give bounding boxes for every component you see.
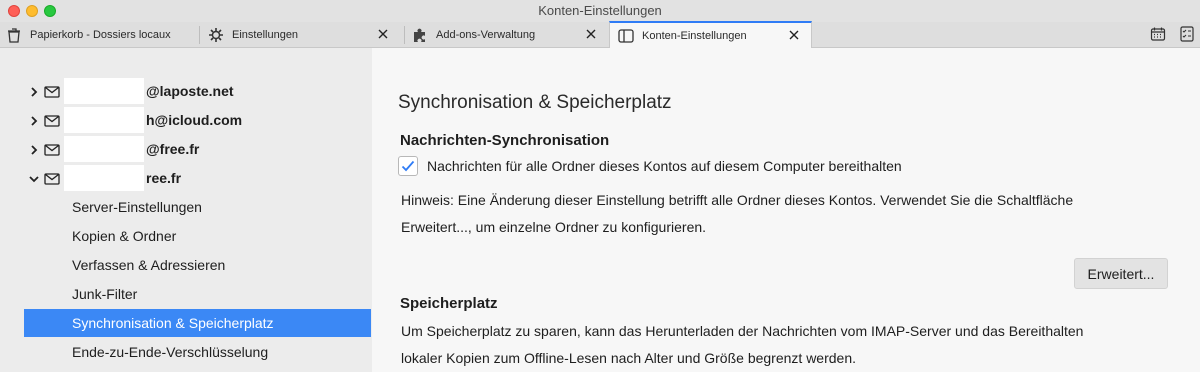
account-name: h@icloud.com bbox=[146, 112, 243, 128]
window-title: Konten-Einstellungen bbox=[538, 3, 662, 18]
checkbox-label: Nachrichten für alle Ordner dieses Konto… bbox=[427, 158, 902, 174]
account-name: ree.fr bbox=[146, 170, 182, 186]
redacted-area bbox=[64, 107, 144, 133]
tab-account-settings[interactable]: Konten-Einstellungen bbox=[609, 21, 812, 48]
sidebar-item-server-settings[interactable]: Server-Einstellungen bbox=[24, 193, 371, 221]
storage-line: lokaler Kopien zum Offline-Lesen nach Al… bbox=[401, 350, 856, 366]
advanced-button[interactable]: Erweitert... bbox=[1074, 258, 1168, 289]
tab-label: Konten-Einstellungen bbox=[642, 29, 747, 42]
hint-line: Hinweis: Eine Änderung dieser Einstellun… bbox=[401, 192, 1074, 208]
mail-icon bbox=[44, 172, 60, 185]
settings-pane: Synchronisation & Speicherplatz Nachrich… bbox=[372, 48, 1200, 372]
hint-line: Erweitert..., um einzelne Ordner zu konf… bbox=[401, 219, 707, 235]
sidebar-item-sync-storage[interactable]: Synchronisation & Speicherplatz bbox=[24, 309, 371, 337]
keep-messages-checkbox[interactable] bbox=[398, 156, 418, 176]
tasks-icon[interactable] bbox=[1180, 26, 1198, 44]
tab-label: Einstellungen bbox=[232, 29, 299, 41]
account-row[interactable]: ree.fr bbox=[28, 165, 181, 191]
account-row[interactable]: h@icloud.com bbox=[28, 107, 242, 133]
puzzle-icon bbox=[412, 27, 428, 43]
redacted-area bbox=[64, 136, 144, 162]
chevron-right-icon[interactable] bbox=[28, 85, 40, 97]
sidebar-item-junk-filter[interactable]: Junk-Filter bbox=[24, 280, 371, 308]
mail-icon bbox=[44, 114, 60, 127]
tab-addons[interactable]: Add-ons-Verwaltung bbox=[412, 22, 608, 48]
storage-text: Um Speicherplatz zu sparen, kann das Her… bbox=[401, 318, 1171, 372]
tab-label: Add-ons-Verwaltung bbox=[436, 29, 536, 41]
gear-icon bbox=[208, 27, 224, 43]
sidebar-item-e2e-encryption[interactable]: Ende-zu-Ende-Verschlüsselung bbox=[24, 338, 371, 366]
calendar-icon[interactable] bbox=[1150, 26, 1168, 44]
keep-messages-option[interactable]: Nachrichten für alle Ordner dieses Konto… bbox=[398, 156, 902, 176]
sync-hint: Hinweis: Eine Änderung dieser Einstellun… bbox=[401, 187, 1171, 241]
page-title: Synchronisation & Speicherplatz bbox=[398, 92, 672, 113]
trash-icon bbox=[6, 27, 22, 43]
redacted-area bbox=[64, 78, 144, 104]
tab-separator bbox=[199, 26, 200, 44]
account-sidebar: @laposte.net h@icloud.com @free.fr ree.f… bbox=[0, 48, 372, 372]
storage-heading: Speicherplatz bbox=[400, 295, 498, 312]
tab-bar: Papierkorb - Dossiers locaux Einstellung… bbox=[0, 21, 1200, 48]
tab-trash[interactable]: Papierkorb - Dossiers locaux bbox=[6, 22, 196, 48]
chevron-right-icon[interactable] bbox=[28, 143, 40, 155]
mail-icon bbox=[44, 143, 60, 156]
sync-heading: Nachrichten-Synchronisation bbox=[400, 132, 610, 149]
tab-label: Papierkorb - Dossiers locaux bbox=[30, 29, 171, 41]
sidebar-item-copies-folders[interactable]: Kopien & Ordner bbox=[24, 222, 371, 250]
account-name: @laposte.net bbox=[146, 83, 234, 99]
storage-line: Um Speicherplatz zu sparen, kann das Her… bbox=[401, 323, 1084, 339]
redacted-area bbox=[64, 165, 144, 191]
mail-icon bbox=[44, 85, 60, 98]
chevron-down-icon[interactable] bbox=[28, 172, 40, 184]
account-row[interactable]: @laposte.net bbox=[28, 78, 234, 104]
close-icon[interactable] bbox=[584, 27, 598, 41]
sidebar-item-composition[interactable]: Verfassen & Adressieren bbox=[24, 251, 371, 279]
chevron-right-icon[interactable] bbox=[28, 114, 40, 126]
tab-settings[interactable]: Einstellungen bbox=[208, 22, 400, 48]
account-name: @free.fr bbox=[146, 141, 200, 157]
close-icon[interactable] bbox=[376, 27, 390, 41]
close-icon[interactable] bbox=[787, 28, 801, 42]
title-bar: Konten-Einstellungen bbox=[0, 0, 1200, 22]
account-settings-icon bbox=[618, 28, 634, 44]
tab-separator bbox=[404, 26, 405, 44]
account-row[interactable]: @free.fr bbox=[28, 136, 199, 162]
